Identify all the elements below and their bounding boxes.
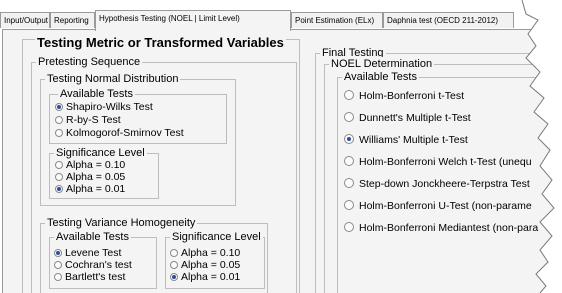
tab-hypothesis-testing[interactable]: Hypothesis Testing (NOEL | Limit Level) <box>95 10 291 31</box>
torn-edge-decoration <box>521 0 562 293</box>
dialog-window: Input/Output Reporting Hypothesis Testin… <box>0 0 562 293</box>
